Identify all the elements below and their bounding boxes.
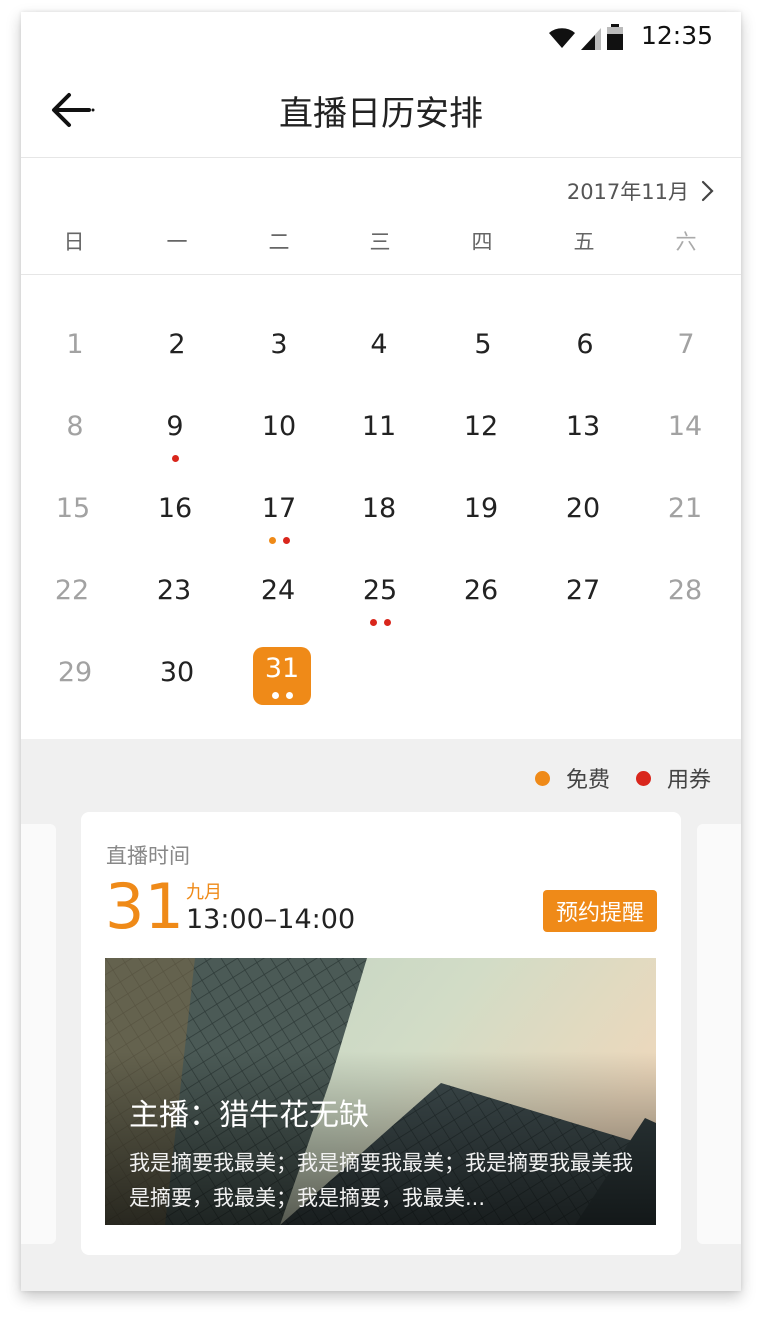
calendar-day-10[interactable]: 10 — [243, 406, 315, 466]
month-selector[interactable]: 2017年11月 — [567, 176, 715, 206]
previous-card[interactable] — [21, 824, 56, 1244]
weekday-wed: 三 — [369, 230, 391, 254]
event-dots — [243, 537, 315, 544]
calendar-day-6[interactable]: 6 — [549, 324, 621, 384]
wifi-icon — [549, 28, 575, 48]
event-dots — [253, 692, 311, 699]
paid-legend-dot — [635, 770, 651, 786]
free-legend-dot — [534, 770, 550, 786]
calendar-day-13[interactable]: 13 — [547, 406, 619, 466]
chevron-right-icon[interactable] — [701, 180, 715, 202]
event-dots — [344, 619, 416, 626]
day-number: 31 — [264, 653, 300, 684]
weekday-sun: 日 — [63, 230, 85, 254]
calendar-day-4[interactable]: 4 — [343, 324, 415, 384]
weekday-header: 日 一 二 三 四 五 六 — [21, 226, 741, 275]
day-number: 17 — [261, 493, 297, 524]
calendar-day-18[interactable]: 18 — [343, 488, 415, 548]
calendar-day-30[interactable]: 30 — [141, 652, 213, 712]
paid-dot — [282, 537, 290, 544]
weekday-thu: 四 — [471, 230, 493, 254]
weekday-sat: 六 — [675, 230, 697, 254]
calendar-day-25[interactable]: 25 — [344, 570, 416, 630]
nav-bar: 直播日历安排 — [21, 62, 741, 158]
calendar-day-22[interactable]: 22 — [36, 570, 108, 630]
calendar-day-7[interactable]: 7 — [650, 324, 722, 384]
calendar-day-11[interactable]: 11 — [343, 406, 415, 466]
weekday-fri: 五 — [573, 230, 595, 254]
calendar-day-27[interactable]: 27 — [547, 570, 619, 630]
anchor-name: 主播：猎牛花无缺 — [129, 1098, 369, 1133]
event-dots — [139, 455, 211, 462]
calendar-day-19[interactable]: 19 — [445, 488, 517, 548]
free-dot — [268, 537, 276, 544]
calendar-day-1[interactable]: 1 — [39, 324, 111, 384]
free-legend-label: 免费 — [565, 768, 610, 793]
live-time-label: 直播时间 — [106, 844, 190, 868]
day-number: 25 — [362, 575, 398, 606]
calendar-day-8[interactable]: 8 — [39, 406, 111, 466]
live-card[interactable]: 直播时间 31 九月 13:00–14:00 预约提醒 主播：猎牛花无缺 我是摘… — [81, 812, 681, 1255]
page-title: 直播日历安排 — [279, 94, 483, 134]
calendar-day-20[interactable]: 20 — [547, 488, 619, 548]
event-dot — [285, 692, 293, 699]
day-number: 9 — [166, 411, 184, 442]
calendar-day-14[interactable]: 14 — [649, 406, 721, 466]
battery-icon — [607, 24, 623, 50]
calendar-day-9[interactable]: 9 — [139, 406, 211, 466]
calendar-day-3[interactable]: 3 — [243, 324, 315, 384]
paid-dot — [171, 455, 179, 462]
weekday-tue: 二 — [268, 230, 290, 254]
calendar-day-31-selected[interactable]: 31 — [253, 647, 311, 705]
calendar-day-21[interactable]: 21 — [649, 488, 721, 548]
remind-button[interactable]: 预约提醒 — [542, 890, 657, 932]
weekday-mon: 一 — [166, 230, 188, 254]
signal-icon — [581, 28, 601, 50]
calendar-day-29[interactable]: 29 — [39, 652, 111, 712]
phone-screen: 12:35 直播日历安排 2017年11月 日 一 二 三 四 五 六 1 2 … — [21, 12, 741, 1291]
status-bar: 12:35 — [21, 12, 741, 62]
live-summary: 我是摘要我最美；我是摘要我最美；我是摘要我最美我是摘要，我最美；我是摘要，我最美… — [129, 1151, 633, 1210]
live-time-range: 13:00–14:00 — [186, 904, 356, 935]
month-label: 2017年11月 — [566, 180, 689, 204]
live-day: 31 — [105, 870, 184, 943]
calendar-day-28[interactable]: 28 — [649, 570, 721, 630]
live-month: 九月 — [186, 882, 222, 903]
calendar-day-17[interactable]: 17 — [243, 488, 315, 548]
calendar-day-16[interactable]: 16 — [139, 488, 211, 548]
calendar-day-23[interactable]: 23 — [138, 570, 210, 630]
calendar-day-26[interactable]: 26 — [445, 570, 517, 630]
calendar-day-12[interactable]: 12 — [445, 406, 517, 466]
calendar-day-5[interactable]: 5 — [447, 324, 519, 384]
event-dot — [271, 692, 279, 699]
status-icons — [547, 24, 623, 50]
calendar-day-24[interactable]: 24 — [242, 570, 314, 630]
paid-dot — [383, 619, 391, 626]
paid-dot — [369, 619, 377, 626]
paid-legend-label: 用券 — [666, 768, 711, 793]
calendar-day-15[interactable]: 15 — [37, 488, 109, 548]
legend: 免费 用券 — [534, 762, 711, 794]
status-time: 12:35 — [640, 21, 713, 50]
cover-image[interactable]: 主播：猎牛花无缺 我是摘要我最美；我是摘要我最美；我是摘要我最美我是摘要，我最美… — [105, 958, 656, 1225]
calendar-day-2[interactable]: 2 — [141, 324, 213, 384]
next-card[interactable] — [697, 824, 741, 1244]
